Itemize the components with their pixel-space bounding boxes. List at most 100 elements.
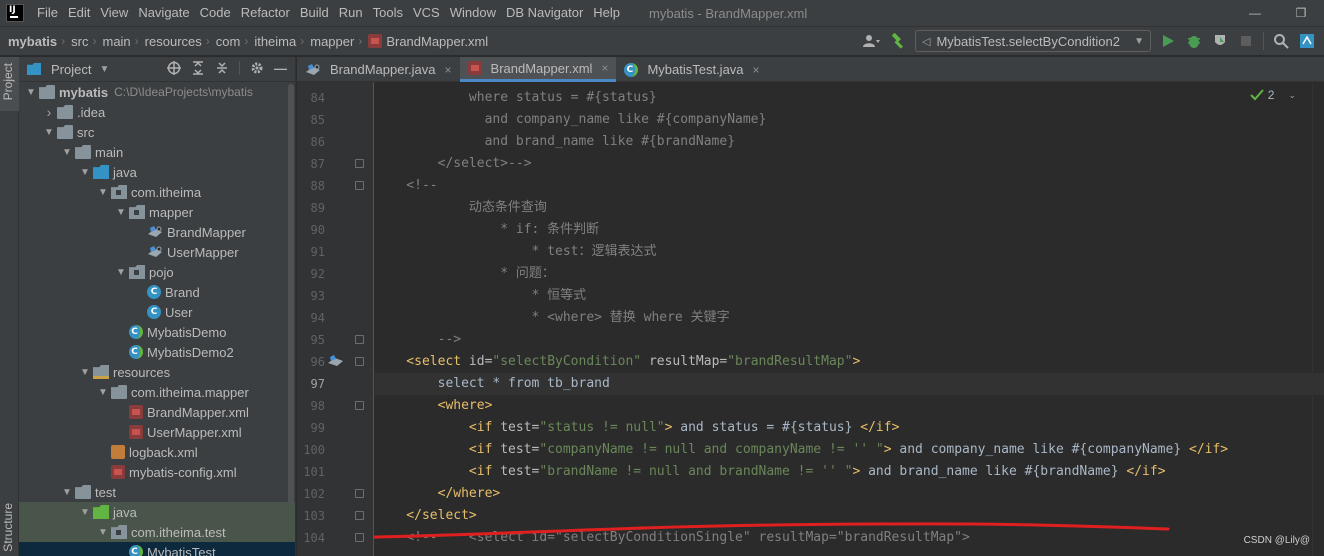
code-line[interactable]: and company_name like #{companyName} [375, 109, 1324, 131]
project-scrollbar-thumb[interactable] [288, 84, 294, 504]
tree-item-resources[interactable]: ▼ resources [19, 362, 295, 382]
ide-settings-icon[interactable] [1298, 32, 1316, 50]
tree-item-usermapper[interactable]: UserMapper [19, 242, 295, 262]
run-configuration-select[interactable]: ◁ MybatisTest.selectByCondition2 ▼ [915, 30, 1151, 52]
tree-item-mapper[interactable]: ▼ mapper [19, 202, 295, 222]
breadcrumb-item[interactable]: BrandMapper.xml [368, 34, 488, 49]
chevron-down-icon[interactable]: ▼ [95, 527, 111, 538]
fold-marker-icon[interactable] [355, 401, 364, 410]
tree-item-com-itheima-test[interactable]: ▼ com.itheima.test [19, 522, 295, 542]
tree-item-java[interactable]: ▼ java [19, 502, 295, 522]
fold-marker-icon[interactable] [355, 489, 364, 498]
breadcrumb-item[interactable]: mapper [310, 34, 354, 49]
breadcrumb-item[interactable]: itheima [254, 34, 296, 49]
tree-item-logback-xml[interactable]: logback.xml [19, 442, 295, 462]
code-line[interactable]: <where> [375, 395, 1324, 417]
menu-view[interactable]: View [95, 0, 133, 26]
structure-tool-tab[interactable]: Structure [0, 503, 19, 556]
code-area[interactable]: where status = #{status} and company_nam… [375, 82, 1324, 556]
chevron-down-icon[interactable]: ▼ [59, 487, 75, 498]
chevron-down-icon[interactable]: ▼ [41, 127, 57, 138]
code-line[interactable]: </select>--> [375, 153, 1324, 175]
run-icon[interactable] [1159, 32, 1177, 50]
tree-item-brandmapper[interactable]: BrandMapper [19, 222, 295, 242]
tree-item-com-itheima-mapper[interactable]: ▼ com.itheima.mapper [19, 382, 295, 402]
tree-item-src[interactable]: ▼ src [19, 122, 295, 142]
chevron-down-icon[interactable]: ▼ [113, 207, 129, 218]
code-line[interactable]: * if: 条件判断 [375, 219, 1324, 241]
close-icon[interactable]: × [445, 63, 452, 77]
code-line[interactable]: <select id="selectByCondition" resultMap… [375, 351, 1324, 373]
tree-item--idea[interactable]: › .idea [19, 102, 295, 122]
code-line[interactable]: <if test="brandName != null and brandNam… [375, 461, 1324, 483]
breadcrumb-item[interactable]: com [216, 34, 241, 49]
line-number-gutter[interactable]: 84 85 86 87 88 89 90 91 92 93 94 95 96 97 98 99 100 101 10… [297, 82, 374, 556]
breadcrumb-item[interactable]: main [102, 34, 130, 49]
tree-item-mybatistest[interactable]: C MybatisTest [19, 542, 295, 556]
chevron-down-icon[interactable]: ▼ [59, 147, 75, 158]
code-line[interactable]: * 恒等式 [375, 285, 1324, 307]
code-line[interactable]: <!-- [375, 175, 1324, 197]
tree-item-mybatis-config-xml[interactable]: mybatis-config.xml [19, 462, 295, 482]
code-line[interactable]: </where> [375, 483, 1324, 505]
code-line[interactable]: where status = #{status} [375, 87, 1324, 109]
chevron-right-icon[interactable]: › [41, 104, 57, 120]
coverage-icon[interactable] [1211, 32, 1229, 50]
tree-item-test[interactable]: ▼ test [19, 482, 295, 502]
tree-item-usermapper-xml[interactable]: UserMapper.xml [19, 422, 295, 442]
inspection-widget[interactable]: 2 ⌄ [1250, 88, 1296, 102]
code-line[interactable]: * test：逻辑表达式 [375, 241, 1324, 263]
breadcrumb-item[interactable]: mybatis [8, 34, 57, 49]
hide-panel-icon[interactable]: — [274, 61, 287, 78]
tree-item-com-itheima[interactable]: ▼ com.itheima [19, 182, 295, 202]
collapse-all-icon[interactable] [215, 61, 229, 78]
tree-item-java[interactable]: ▼ java [19, 162, 295, 182]
chevron-down-icon[interactable]: ▼ [77, 367, 93, 378]
tab-brandmapper-java[interactable]: BrandMapper.java × [297, 57, 460, 82]
tree-item-brand[interactable]: C Brand [19, 282, 295, 302]
tree-item-pojo[interactable]: ▼ pojo [19, 262, 295, 282]
code-line[interactable]: <if test="status != null"> and status = … [375, 417, 1324, 439]
search-icon[interactable] [1272, 32, 1290, 50]
chevron-down-icon[interactable]: ▼ [95, 187, 111, 198]
fold-marker-icon[interactable] [355, 159, 364, 168]
project-scrollbar[interactable] [287, 82, 295, 556]
menu-file[interactable]: File [32, 0, 63, 26]
chevron-down-icon[interactable]: ▼ [95, 387, 111, 398]
close-icon[interactable]: × [601, 61, 608, 75]
breadcrumb-item[interactable]: src [71, 34, 88, 49]
menu-db-navigator[interactable]: DB Navigator [501, 0, 588, 26]
user-icon[interactable] [863, 32, 881, 50]
tree-item-user[interactable]: C User [19, 302, 295, 322]
chevron-down-icon[interactable]: ▼ [77, 507, 93, 518]
code-line[interactable]: select * from tb_brand [375, 373, 1324, 395]
code-line[interactable]: </select> [375, 505, 1324, 527]
fold-marker-icon[interactable] [355, 357, 364, 366]
code-line[interactable]: 动态条件查询 [375, 197, 1324, 219]
code-line[interactable]: <if test="companyName != null and compan… [375, 439, 1324, 461]
menu-build[interactable]: Build [295, 0, 334, 26]
chevron-down-icon[interactable]: ▼ [77, 167, 93, 178]
menu-tools[interactable]: Tools [368, 0, 408, 26]
chevron-down-icon[interactable]: ▼ [23, 87, 39, 98]
tab-brandmapper-xml[interactable]: BrandMapper.xml × [459, 57, 617, 82]
menu-navigate[interactable]: Navigate [133, 0, 194, 26]
tree-item-main[interactable]: ▼ main [19, 142, 295, 162]
code-editor[interactable]: 84 85 86 87 88 89 90 91 92 93 94 95 96 97 98 99 100 101 10… [297, 82, 1324, 556]
mybatis-navigate-icon[interactable] [327, 354, 345, 368]
tree-item-mybatis[interactable]: ▼ mybatis C:\D\IdeaProjects\mybatis [19, 82, 295, 102]
minimize-button[interactable]: — [1232, 0, 1278, 26]
restore-button[interactable]: ❐ [1278, 0, 1324, 26]
menu-window[interactable]: Window [445, 0, 501, 26]
fold-marker-icon[interactable] [355, 511, 364, 520]
menu-run[interactable]: Run [334, 0, 368, 26]
code-line[interactable]: * <where> 替换 where 关键字 [375, 307, 1324, 329]
fold-marker-icon[interactable] [355, 533, 364, 542]
menu-refactor[interactable]: Refactor [236, 0, 295, 26]
fold-marker-icon[interactable] [355, 181, 364, 190]
chevron-down-icon[interactable]: ▼ [113, 267, 129, 278]
close-icon[interactable]: × [753, 63, 760, 77]
menu-vcs[interactable]: VCS [408, 0, 445, 26]
tab-mybatistest-java[interactable]: C MybatisTest.java × [616, 57, 767, 82]
breadcrumb-item[interactable]: resources [145, 34, 202, 49]
